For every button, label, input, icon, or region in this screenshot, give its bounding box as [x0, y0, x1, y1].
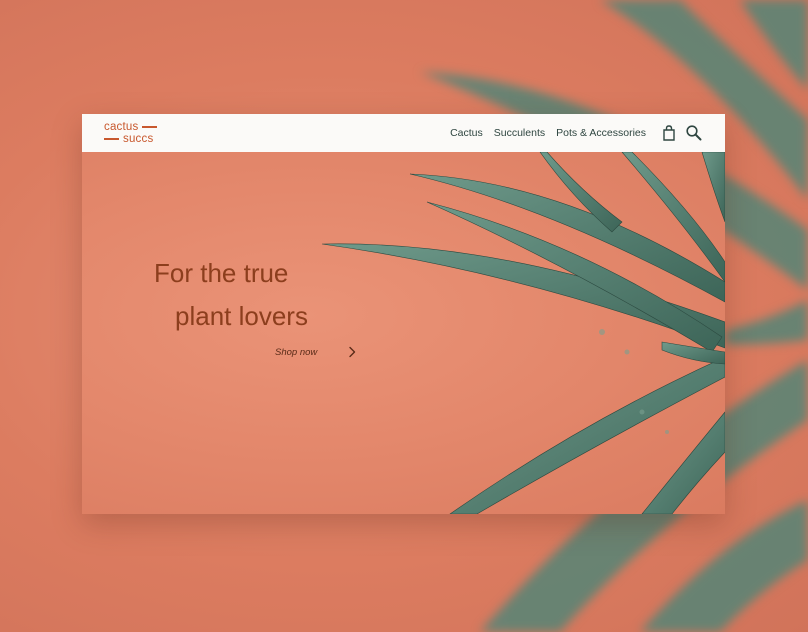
- primary-nav: Cactus Succulents Pots & Accessories: [450, 114, 646, 152]
- nav-link-pots-accessories[interactable]: Pots & Accessories: [556, 127, 646, 139]
- chevron-right-icon: [349, 346, 356, 358]
- logo-word-succs: succs: [123, 133, 154, 145]
- nav-link-succulents[interactable]: Succulents: [494, 127, 545, 139]
- logo-line-1: cactus: [104, 121, 158, 133]
- shop-now-label: Shop now: [275, 346, 318, 358]
- agave-plant-image: [321, 152, 725, 514]
- search-icon[interactable]: [685, 124, 703, 142]
- shopping-bag-icon[interactable]: [660, 124, 678, 142]
- logo-line-2: succs: [104, 133, 153, 145]
- logo-dash: [104, 138, 119, 140]
- hero-headline-line-1: For the true: [154, 258, 289, 288]
- logo-dash: [142, 126, 158, 128]
- website-mockup: cactus succs Cactus Succulents Pots & Ac…: [82, 114, 725, 514]
- brand-logo[interactable]: cactus succs: [104, 121, 168, 147]
- hero-section: For the true plant lovers Shop now: [82, 152, 725, 514]
- shop-now-link[interactable]: Shop now: [275, 346, 357, 358]
- navbar: cactus succs Cactus Succulents Pots & Ac…: [82, 114, 725, 152]
- nav-link-cactus[interactable]: Cactus: [450, 127, 483, 139]
- logo-word-cactus: cactus: [104, 121, 139, 133]
- hero-headline-line-2: plant lovers: [175, 301, 308, 331]
